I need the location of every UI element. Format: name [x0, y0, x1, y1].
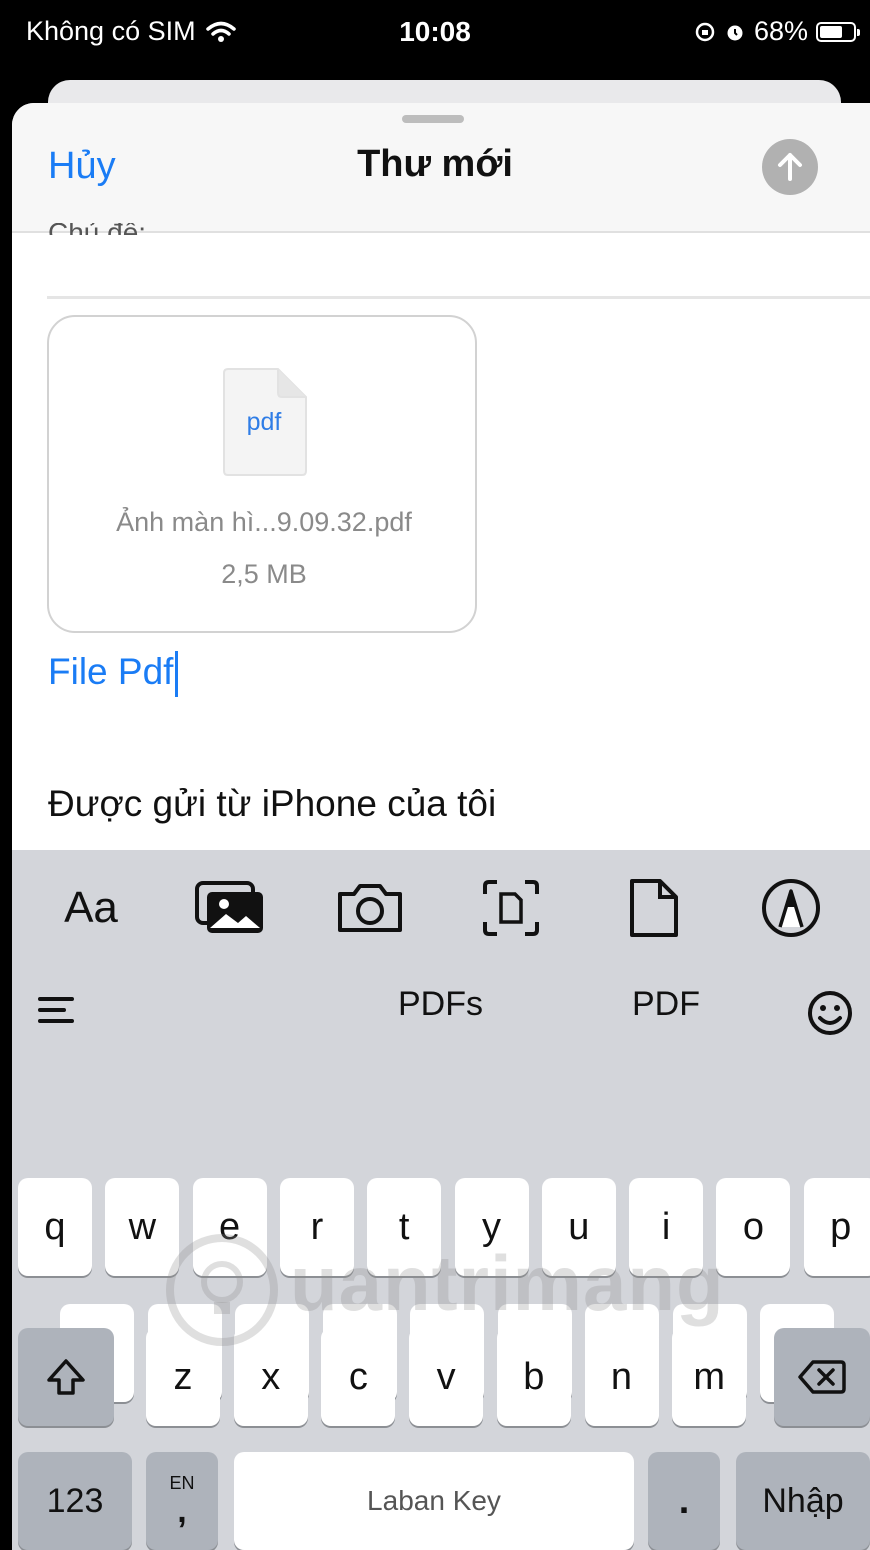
suggestion-item[interactable]: PDFs: [398, 985, 483, 1024]
key-y[interactable]: y: [454, 1178, 529, 1276]
status-right: 68%: [694, 16, 860, 47]
space-key[interactable]: Laban Key: [234, 1452, 634, 1550]
attachment-file-size: 2,5 MB: [221, 559, 307, 589]
status-bar: Không có SIM 10:08 68%: [0, 0, 870, 72]
alarm-icon: [727, 25, 743, 40]
body-link-text[interactable]: File Pdf: [48, 651, 179, 698]
shift-key[interactable]: [18, 1328, 114, 1426]
key-label: e: [219, 1205, 241, 1248]
camera-button[interactable]: [332, 878, 408, 938]
comma-label: ,: [177, 1492, 187, 1530]
scan-document-button[interactable]: [478, 878, 544, 938]
key-o[interactable]: o: [716, 1178, 791, 1276]
return-label: Nhập: [762, 1481, 844, 1520]
language-label: EN: [169, 1473, 195, 1493]
key-label: v: [436, 1355, 456, 1398]
key-i[interactable]: i: [629, 1178, 704, 1276]
pdf-attachment[interactable]: pdf Ảnh màn hì...9.09.32.pdf 2,5 MB: [47, 315, 477, 633]
key-label: q: [44, 1205, 66, 1248]
key-z[interactable]: z: [146, 1328, 220, 1426]
email-signature[interactable]: Được gửi từ iPhone của tôi: [48, 783, 496, 825]
key-r[interactable]: r: [279, 1178, 354, 1276]
key-label: t: [398, 1205, 410, 1248]
key-b[interactable]: b: [496, 1328, 571, 1426]
compose-title: Thư mới: [357, 143, 513, 185]
period-label: .: [678, 1479, 690, 1522]
key-x[interactable]: x: [233, 1328, 308, 1426]
compose-nav-bar: Hủy Thư mới: [12, 103, 870, 233]
shift-icon: [47, 1359, 85, 1395]
key-label: p: [830, 1205, 852, 1248]
period-key[interactable]: .: [648, 1452, 720, 1550]
delete-key[interactable]: [774, 1328, 870, 1426]
key-q[interactable]: q: [18, 1178, 92, 1276]
attachment-file-name: Ảnh màn hì...9.09.32.pdf: [116, 507, 412, 537]
numbers-key[interactable]: 123: [18, 1452, 132, 1550]
compose-sheet: Hủy Thư mới Chủ đề: pdf Ảnh màn hì...9.0…: [12, 103, 870, 1550]
key-v[interactable]: v: [409, 1328, 484, 1426]
key-e[interactable]: e: [192, 1178, 267, 1276]
text-format-label: Aa: [64, 883, 118, 932]
menu-icon[interactable]: [36, 995, 76, 1025]
key-label: z: [173, 1355, 193, 1398]
battery-icon: [816, 21, 860, 42]
key-label: w: [128, 1205, 157, 1248]
emoji-icon[interactable]: [806, 989, 854, 1037]
delete-icon: [798, 1360, 846, 1394]
text-format-button[interactable]: Aa: [56, 878, 126, 938]
subject-field-cut: Chủ đề:: [48, 223, 146, 235]
text-cursor: [175, 651, 179, 698]
format-toolbar: Aa: [12, 850, 870, 965]
comma-key[interactable]: EN ,: [146, 1452, 218, 1550]
key-label: u: [568, 1205, 590, 1248]
camera-icon: [338, 884, 402, 932]
key-p[interactable]: p: [803, 1178, 870, 1276]
suggestion-item[interactable]: PDF: [632, 985, 700, 1024]
space-label: Laban Key: [367, 1485, 501, 1516]
divider: [47, 296, 870, 299]
return-key[interactable]: Nhập: [736, 1452, 870, 1550]
file-type-label: pdf: [246, 408, 282, 436]
markup-button[interactable]: [756, 878, 826, 938]
battery-percent: 68%: [753, 16, 808, 46]
key-u[interactable]: u: [541, 1178, 616, 1276]
markup-icon: [762, 879, 820, 937]
key-label: b: [523, 1355, 545, 1398]
key-n[interactable]: n: [584, 1328, 659, 1426]
orientation-lock-icon: [695, 22, 715, 41]
sheet-grabber[interactable]: [402, 115, 464, 123]
document-button[interactable]: [624, 878, 684, 938]
numbers-label: 123: [46, 1481, 104, 1520]
key-c[interactable]: c: [321, 1328, 396, 1426]
keyboard: Aa PDFs PDF q w e r t y u i o p z x c v …: [12, 850, 870, 1550]
key-label: m: [693, 1355, 726, 1398]
arrow-up-icon: [778, 153, 802, 181]
key-label: i: [661, 1205, 671, 1248]
photo-library-icon: [195, 881, 263, 933]
key-label: c: [348, 1355, 368, 1398]
suggestion-bar: PDFs PDF: [12, 965, 870, 1055]
document-icon: [630, 879, 678, 937]
photo-library-button[interactable]: [192, 878, 268, 938]
send-button[interactable]: [762, 139, 818, 195]
key-label: x: [261, 1355, 281, 1398]
key-m[interactable]: m: [672, 1328, 747, 1426]
key-label: r: [310, 1205, 324, 1248]
key-label: y: [482, 1205, 501, 1248]
key-label: o: [742, 1205, 764, 1248]
key-t[interactable]: t: [367, 1178, 442, 1276]
key-label: n: [610, 1355, 633, 1398]
key-w[interactable]: w: [105, 1178, 180, 1276]
scan-document-icon: [483, 880, 539, 936]
body-link-label: File Pdf: [48, 651, 174, 692]
